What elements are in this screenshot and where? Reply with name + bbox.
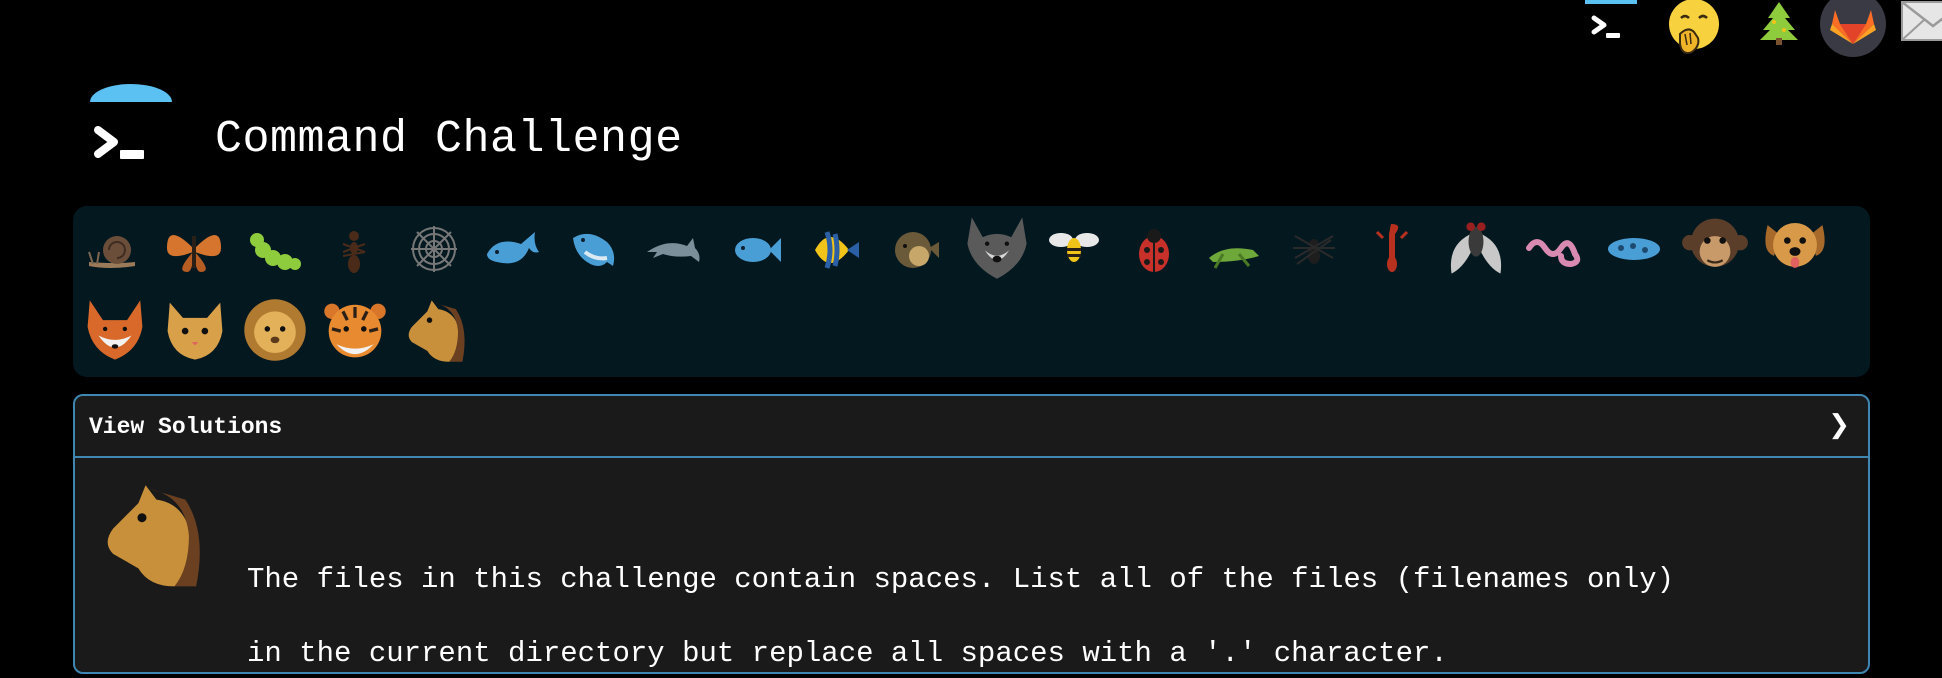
challenge-description: The files in this challenge contain spac… <box>247 524 1847 672</box>
page: Command Challenge View Solutions ❯ The f… <box>0 0 1942 678</box>
challenge-card: View Solutions ❯ The files in this chall… <box>73 394 1870 674</box>
ant-icon[interactable] <box>323 218 385 280</box>
spouting-whale-icon[interactable] <box>563 218 625 280</box>
view-solutions-label: View Solutions <box>89 414 283 440</box>
gitlab-icon[interactable] <box>1820 0 1886 57</box>
lion-icon[interactable] <box>241 296 309 364</box>
cricket-icon[interactable] <box>1203 218 1265 280</box>
microbe-icon[interactable] <box>1603 218 1665 280</box>
blowfish-icon[interactable] <box>883 218 945 280</box>
whale-icon[interactable] <box>483 218 545 280</box>
view-solutions-toggle[interactable]: View Solutions ❯ <box>75 396 1868 458</box>
challenge-description-line-1: The files in this challenge contain spac… <box>247 563 1675 596</box>
terminal-prompt-icon <box>94 126 144 159</box>
challenge-icon-panel <box>73 206 1870 377</box>
spider-icon[interactable] <box>1283 218 1345 280</box>
dolphin-icon[interactable] <box>643 218 705 280</box>
hand-over-mouth-emoji-icon[interactable] <box>1666 0 1722 54</box>
page-title: Command Challenge <box>215 114 683 165</box>
caterpillar-icon[interactable] <box>243 218 305 280</box>
fly-icon[interactable] <box>1443 214 1509 280</box>
christmas-tree-icon[interactable] <box>1756 0 1802 50</box>
mail-icon[interactable] <box>1900 0 1942 50</box>
chevron-right-icon: ❯ <box>1828 410 1850 440</box>
spider-web-icon[interactable] <box>403 218 465 280</box>
top-nav <box>1522 0 1942 60</box>
butterfly-icon[interactable] <box>163 218 225 280</box>
challenge-description-line-2: in the current directory but replace all… <box>247 637 1448 670</box>
logo-dome-icon <box>90 84 172 102</box>
wolf-icon[interactable] <box>963 212 1031 282</box>
cat-icon[interactable] <box>161 296 229 364</box>
horse-icon[interactable] <box>401 296 469 364</box>
bee-icon[interactable] <box>1043 218 1105 280</box>
ladybug-icon[interactable] <box>1123 218 1185 280</box>
horse-icon <box>95 478 207 595</box>
scorpion-icon[interactable] <box>1363 218 1425 280</box>
tropical-fish-icon[interactable] <box>803 218 865 280</box>
monkey-icon[interactable] <box>1681 212 1749 280</box>
fish-icon[interactable] <box>723 218 785 280</box>
tiger-icon[interactable] <box>321 296 389 364</box>
fox-icon[interactable] <box>81 296 149 364</box>
dog-icon[interactable] <box>1761 212 1829 280</box>
snail-icon[interactable] <box>83 218 145 280</box>
site-logo[interactable] <box>88 84 174 174</box>
terminal-icon[interactable] <box>1584 0 1638 50</box>
worm-icon[interactable] <box>1523 218 1585 280</box>
